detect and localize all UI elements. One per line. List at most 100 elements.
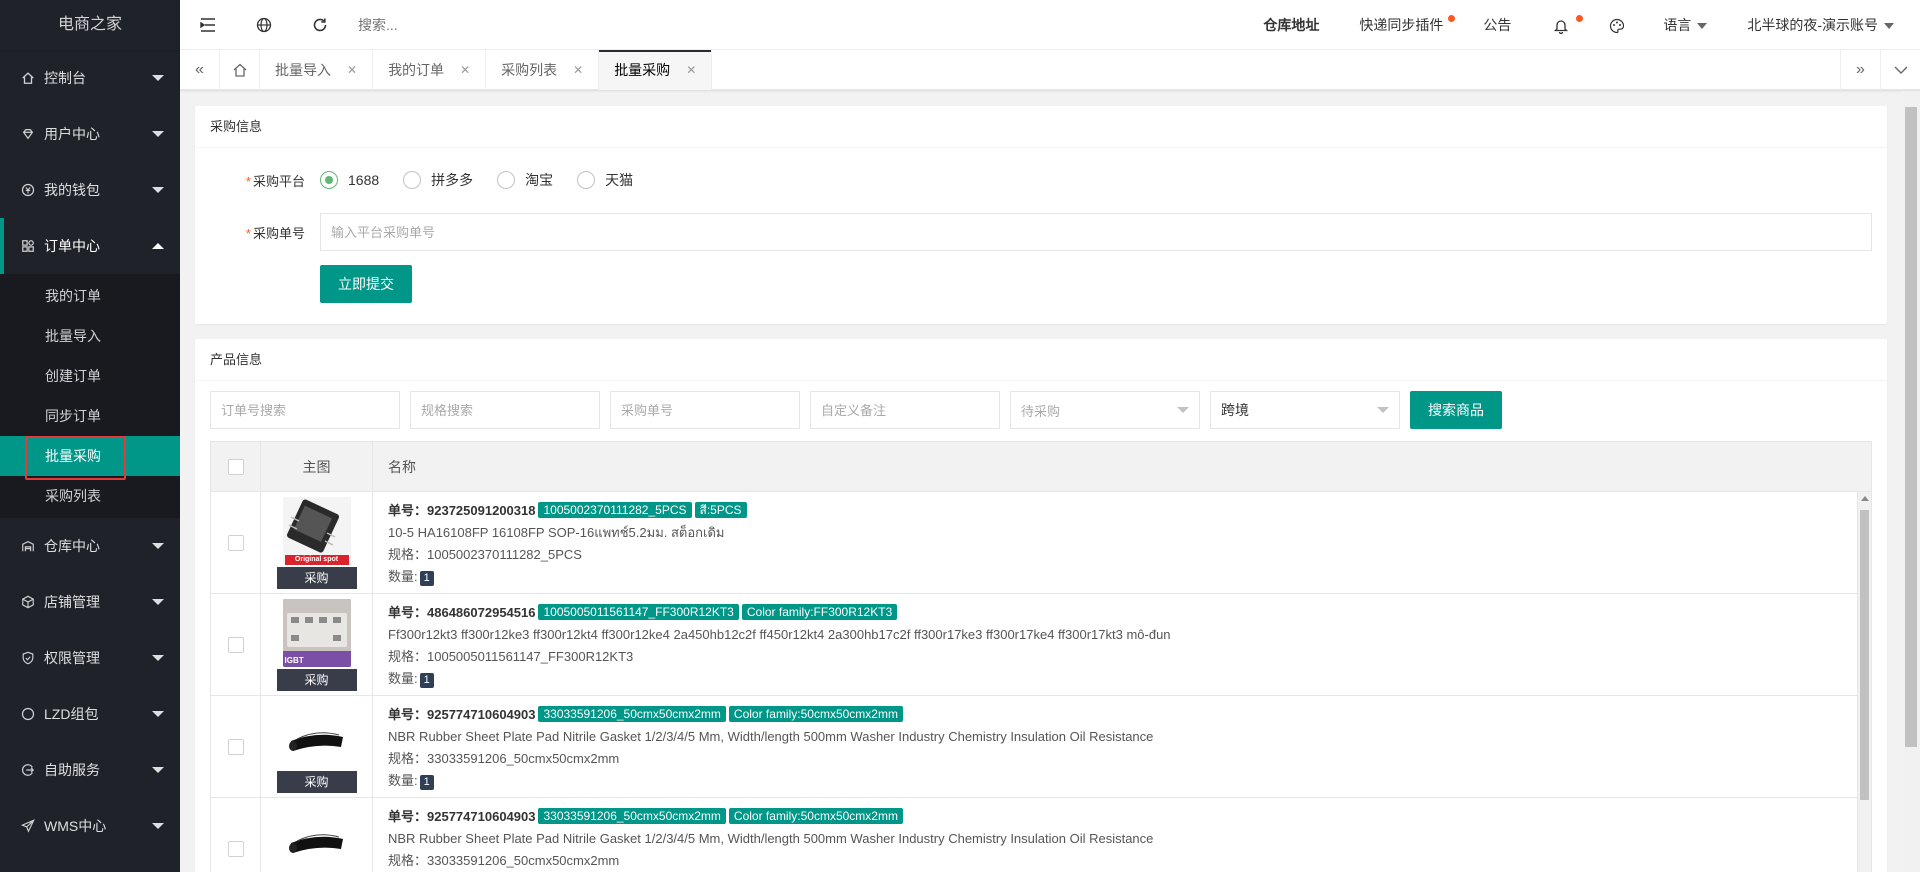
- submenu-item-5[interactable]: 采购列表: [0, 476, 180, 516]
- platform-label: * 采购平台: [245, 173, 305, 189]
- tabs-scroll-left-icon[interactable]: «: [180, 50, 220, 90]
- table-scrollbar[interactable]: [1857, 492, 1871, 872]
- row-checkbox[interactable]: [227, 636, 244, 653]
- submit-button[interactable]: 立即提交: [320, 265, 412, 303]
- radio-label: 天猫: [605, 172, 634, 188]
- purchase-no-search-input[interactable]: [610, 391, 800, 429]
- platform-radio-0[interactable]: 1688: [320, 170, 379, 190]
- refresh-icon[interactable]: [292, 0, 348, 50]
- row-checkbox[interactable]: [227, 534, 244, 551]
- product-image: [282, 802, 351, 871]
- product-title: 10-5 HA16108FP 16108FP SOP-16แพทช์5.2มม.…: [388, 525, 725, 540]
- buy-button[interactable]: 采购: [276, 770, 357, 793]
- platform-radio-group: 1688 拼多多 淘宝 天猫: [320, 170, 657, 190]
- submenu-item-0[interactable]: 我的订单: [0, 276, 180, 316]
- close-icon[interactable]: ✕: [347, 50, 357, 90]
- sidebar-item-0[interactable]: 控制台: [0, 50, 180, 106]
- tab-1[interactable]: 我的订单 ✕: [373, 50, 487, 90]
- image-wrap: 采购: [277, 802, 357, 872]
- notice-link[interactable]: 公告: [1463, 0, 1531, 50]
- chevron-down-icon: [1884, 22, 1894, 29]
- row-name-cell: 单号：486486072954516 1005005011561147_FF300…: [373, 594, 1871, 695]
- submenu-item-3[interactable]: 同步订单: [0, 396, 180, 436]
- row-checkbox[interactable]: [227, 738, 244, 755]
- row-checkbox-cell: [211, 798, 261, 872]
- service-icon: [20, 762, 36, 778]
- spec-search-input[interactable]: [410, 391, 600, 429]
- globe-icon[interactable]: [236, 0, 292, 50]
- theme-button[interactable]: [1591, 0, 1643, 50]
- radio-label: 拼多多: [431, 172, 474, 188]
- header-search-input[interactable]: [358, 9, 558, 40]
- spec-tag: 33033591206_50cmx50cmx2mm: [538, 808, 726, 824]
- close-icon[interactable]: ✕: [460, 50, 470, 90]
- bell-button[interactable]: [1531, 0, 1591, 50]
- platform-radio-3[interactable]: 天猫: [577, 170, 633, 190]
- tab-2[interactable]: 采购列表 ✕: [486, 50, 600, 90]
- sidebar-item-4[interactable]: 仓库中心: [0, 518, 180, 574]
- chevron-down-icon: [152, 131, 164, 137]
- language-dropdown[interactable]: 语言: [1643, 0, 1727, 50]
- close-icon[interactable]: ✕: [573, 50, 583, 90]
- spec-value: 33033591206_50cmx50cmx2mm: [427, 853, 620, 868]
- express-plugin-link[interactable]: 快递同步插件: [1339, 0, 1463, 50]
- order-search-input[interactable]: [210, 391, 400, 429]
- sidebar-item-7[interactable]: LZD组包: [0, 686, 180, 742]
- platform-radio-1[interactable]: 拼多多: [403, 170, 473, 190]
- tab-3[interactable]: 批量采购 ✕: [599, 50, 713, 90]
- sidebar-item-8[interactable]: 自助服务: [0, 742, 180, 798]
- purchase-info-card: 采购信息 *采购平台 1688 拼多多 淘宝 天猫 *采购单号 . 立即提交: [195, 106, 1887, 324]
- shield-icon: [20, 650, 36, 666]
- custom-note-input[interactable]: [810, 391, 1000, 429]
- submenu-item-1[interactable]: 批量导入: [0, 316, 180, 356]
- radio-circle-icon: [320, 171, 338, 189]
- spec-tag: Color family:FF300R12KT3: [741, 604, 898, 620]
- quantity-line: 数量: 1: [388, 566, 1856, 588]
- chevron-up-icon: [152, 243, 164, 249]
- tab-0[interactable]: 批量导入 ✕: [260, 50, 374, 90]
- radio-circle-icon: [497, 171, 516, 189]
- type-select[interactable]: 跨境: [1210, 391, 1400, 429]
- table-body: Original spot 采购 单号：923725091200318 1005002…: [211, 492, 1871, 872]
- sidebar-item-6[interactable]: 权限管理: [0, 630, 180, 686]
- submenu-item-2[interactable]: 创建订单: [0, 356, 180, 396]
- row-image-cell: IGBT 采购: [261, 594, 373, 695]
- buy-button[interactable]: 采购: [276, 566, 357, 589]
- home-icon: [233, 63, 246, 77]
- warehouse-address-link[interactable]: 仓库地址: [1243, 0, 1339, 50]
- order-number-line: 单号：925774710604903 33033591206_50cmx50cmx…: [388, 806, 1856, 828]
- submenu-item-4[interactable]: 批量采购: [0, 436, 180, 480]
- thumb-label: IGBT: [284, 655, 304, 665]
- tabs-menu-chevron-down-icon[interactable]: [1880, 50, 1920, 90]
- sidebar-item-label: WMS中心: [44, 818, 107, 834]
- table-row: 采购单号：92577471060490333033591206_50cmx50c…: [211, 696, 1871, 798]
- home-tab[interactable]: [220, 50, 260, 90]
- tab-label: 批量采购: [614, 62, 671, 78]
- sidebar-item-2[interactable]: 我的钱包: [0, 162, 180, 218]
- page-scrollbar-thumb[interactable]: [1905, 107, 1917, 747]
- platform-radio-2[interactable]: 淘宝: [497, 170, 553, 190]
- quantity-badge: 1: [419, 571, 434, 586]
- account-dropdown[interactable]: 北半球的夜-演示账号: [1727, 0, 1920, 50]
- select-all-checkbox[interactable]: [227, 458, 244, 475]
- sidebar-item-5[interactable]: 店铺管理: [0, 574, 180, 630]
- chevron-down-icon: [152, 767, 164, 773]
- tabs-scroll-right-icon[interactable]: »: [1840, 50, 1880, 90]
- spec-value: 1005005011561147_FF300R12KT3: [427, 649, 634, 664]
- sidebar-item-9[interactable]: WMS中心: [0, 798, 180, 854]
- status-select[interactable]: 待采购: [1010, 391, 1200, 429]
- order-number: 925774710604903: [427, 707, 536, 722]
- buy-button[interactable]: 采购: [276, 668, 357, 691]
- table-scrollbar-thumb[interactable]: [1860, 510, 1869, 800]
- close-icon[interactable]: ✕: [686, 50, 696, 90]
- row-checkbox[interactable]: [227, 840, 244, 857]
- sidebar-item-3[interactable]: 订单中心: [0, 218, 180, 274]
- menu-toggle-icon[interactable]: [180, 0, 236, 50]
- page-scrollbar[interactable]: [1902, 91, 1920, 872]
- table-row: 采购 单号：92577471060490333033591206_50cmx50c…: [211, 798, 1871, 872]
- sidebar-item-1[interactable]: 用户中心: [0, 106, 180, 162]
- chevron-down-icon: [1697, 22, 1708, 29]
- scroll-up-icon[interactable]: [1861, 496, 1869, 501]
- purchase-no-input[interactable]: [320, 213, 1872, 251]
- search-products-button[interactable]: 搜索商品: [1410, 391, 1502, 429]
